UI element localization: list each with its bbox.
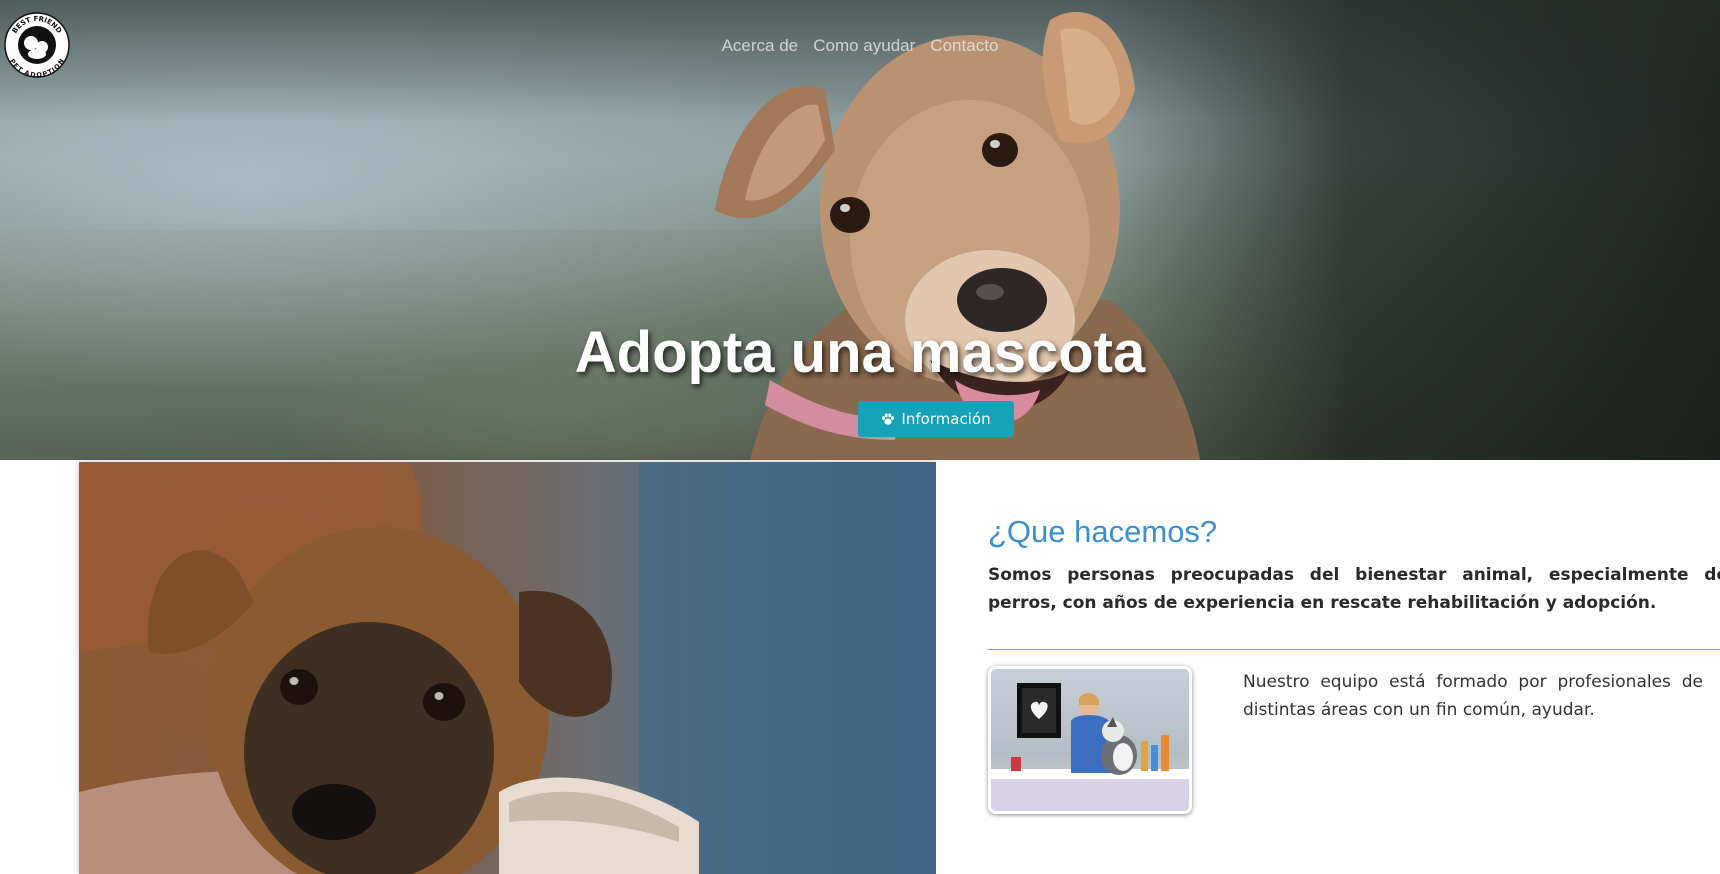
hero-banner: BEST FRIEND PET ADOPTION Acerca de Como … — [0, 0, 1720, 460]
paw-icon — [882, 413, 895, 425]
hero-title: Adopta una mascota — [574, 320, 1146, 385]
section-divider — [988, 649, 1720, 650]
hero-dog-image — [715, 11, 1200, 460]
nav-link-how-to-help[interactable]: Como ayudar — [813, 36, 915, 56]
about-section: ¿Que hacemos? Somos personas preocupadas… — [936, 462, 1720, 874]
info-button[interactable]: Información — [858, 401, 1014, 437]
section-lead: Somos personas preocupadas del bienestar… — [988, 565, 1720, 613]
nav-link-contact[interactable]: Contacto — [930, 36, 998, 56]
info-button-label: Información — [901, 410, 991, 428]
puppy-image — [79, 462, 936, 874]
vet-image — [991, 683, 1189, 811]
team-description: Nuestro equipo está formado por profesio… — [1243, 672, 1703, 720]
nav-link-about[interactable]: Acerca de — [722, 36, 799, 56]
main-nav: Acerca de Como ayudar Contacto — [0, 36, 1720, 56]
section-title: ¿Que hacemos? — [988, 514, 1218, 549]
puppy-photo — [79, 462, 936, 874]
team-photo — [988, 666, 1192, 814]
